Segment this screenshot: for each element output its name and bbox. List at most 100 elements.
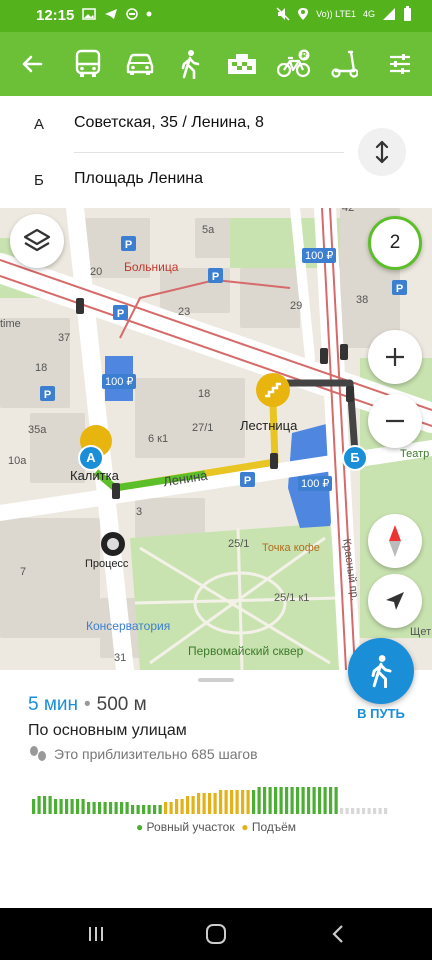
signal-icon — [383, 8, 395, 20]
elevation-bar — [219, 790, 223, 814]
network-label: Vo)) LTE1 — [316, 9, 356, 19]
house-number: 37 — [58, 332, 71, 344]
elevation-bar — [147, 805, 151, 814]
elevation-bar — [131, 805, 135, 814]
dnd-icon — [126, 8, 138, 20]
swap-route-button[interactable] — [358, 128, 406, 176]
mode-taxi-button[interactable] — [222, 44, 262, 84]
parking-price-badge: 100 ₽ — [102, 374, 137, 389]
traffic-score-button[interactable]: 2 — [368, 216, 422, 270]
status-time: 12:15 — [36, 7, 75, 24]
elevation-bar — [268, 787, 272, 814]
marker-b[interactable]: Б — [347, 450, 363, 465]
elevation-bar — [252, 790, 256, 814]
zoom-out-button[interactable] — [368, 394, 422, 448]
compass-button[interactable] — [368, 514, 422, 568]
marker-a[interactable]: А — [83, 450, 99, 465]
elevation-bar — [241, 790, 245, 814]
house-number: 25/1 — [228, 538, 250, 550]
from-letter: А — [34, 116, 45, 133]
elevation-bar — [43, 796, 47, 814]
house-number: 23 — [178, 306, 191, 318]
elevation-bar — [323, 787, 327, 814]
elevation-bar — [263, 787, 267, 814]
elevation-bar — [296, 787, 300, 814]
elevation-bar — [142, 805, 146, 814]
svg-text:P: P — [244, 475, 251, 487]
status-system-icons: Vo)) LTE1 4G — [276, 6, 412, 22]
mode-bus-button[interactable] — [68, 44, 108, 84]
steps-text: Это приблизительно 685 шагов — [54, 746, 258, 762]
svg-text:₽: ₽ — [301, 51, 306, 60]
elevation-bar — [120, 802, 124, 814]
my-location-button[interactable] — [368, 574, 422, 628]
elevation-bar — [153, 805, 157, 814]
elevation-bar — [235, 790, 239, 814]
mode-car-button[interactable] — [120, 44, 160, 84]
elevation-bar — [37, 796, 41, 814]
recent-apps-button[interactable] — [84, 922, 108, 946]
elevation-bar — [334, 787, 338, 814]
compass-icon — [389, 525, 401, 557]
route-to-field[interactable]: Б Площадь Ленина — [0, 152, 350, 208]
start-route-label[interactable]: В ПУТЬ — [340, 706, 422, 721]
svg-text:P: P — [212, 271, 219, 283]
start-route-button[interactable] — [348, 638, 414, 704]
house-number: 20 — [90, 266, 103, 278]
parking-price-badge: 100 ₽ — [298, 476, 333, 491]
elevation-bar — [65, 799, 69, 814]
elevation-bar — [48, 796, 52, 814]
elevation-bar — [169, 802, 173, 814]
elevation-bar — [290, 787, 294, 814]
elevation-bar — [362, 808, 366, 814]
elevation-bar — [384, 808, 388, 814]
to-address: Площадь Ленина — [74, 170, 203, 187]
transport-toolbar: ₽ — [0, 32, 432, 96]
elevation-bar — [318, 787, 322, 814]
minus-icon — [386, 419, 404, 423]
dot-icon — [146, 11, 152, 17]
elevation-bar — [373, 808, 377, 814]
label-coffee: Точка кофе — [262, 542, 320, 554]
elevation-bar — [164, 802, 168, 814]
elevation-bar — [175, 799, 179, 814]
walk-icon — [371, 655, 392, 688]
house-number: 29 — [290, 300, 303, 312]
sliders-icon — [390, 54, 410, 74]
elevation-bar — [378, 808, 382, 814]
mode-scooter-button[interactable] — [324, 44, 364, 84]
mode-walk-button[interactable] — [170, 44, 210, 84]
elevation-bar — [356, 808, 360, 814]
label-kalitka: Калитка — [70, 468, 119, 483]
mute-icon — [276, 7, 290, 21]
home-button[interactable] — [204, 922, 228, 946]
elevation-bar — [109, 802, 113, 814]
gallery-icon — [82, 8, 96, 20]
house-number: 3 — [136, 506, 143, 518]
map-view[interactable]: PPP PPP Больница Ленина Лестница Калитка… — [0, 208, 432, 670]
elevation-bar — [367, 808, 371, 814]
layers-button[interactable] — [10, 214, 64, 268]
label-conservatory: Консерватория — [86, 619, 171, 633]
zoom-in-button[interactable] — [368, 330, 422, 384]
settings-button[interactable] — [380, 44, 420, 84]
label-stairs: Лестница — [240, 418, 298, 433]
back-button[interactable] — [12, 44, 52, 84]
svg-text:P: P — [44, 389, 51, 401]
house-number: 42 — [342, 208, 355, 214]
footsteps-icon — [30, 746, 46, 761]
route-from-field[interactable]: А Советская, 35 / Ленина, 8 — [0, 96, 350, 152]
house-number: 7 — [20, 566, 27, 578]
label-theatre: Театр — [400, 448, 430, 460]
location-icon — [298, 8, 309, 20]
svg-text:P: P — [125, 239, 132, 251]
sheet-drag-handle[interactable] — [198, 678, 234, 682]
elevation-bar — [230, 790, 234, 814]
home-icon — [206, 924, 226, 944]
elevation-bar — [351, 808, 355, 814]
label-schet: Щет — [410, 626, 432, 638]
mode-bike-button[interactable]: ₽ — [274, 44, 314, 84]
elevation-bar — [180, 799, 184, 814]
house-number: 31 — [114, 652, 127, 664]
back-nav-button[interactable] — [326, 922, 350, 946]
